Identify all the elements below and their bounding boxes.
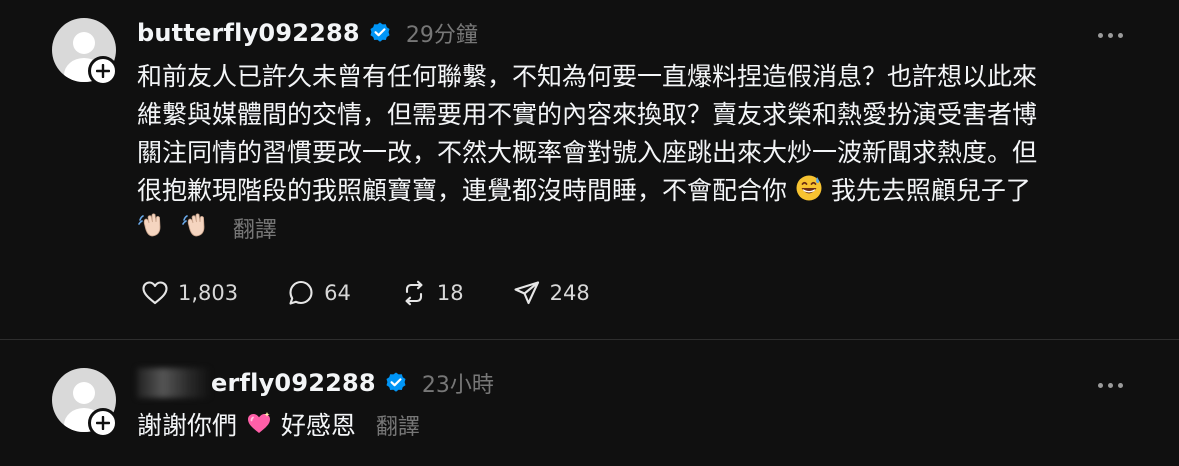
more-options-button[interactable] [1098,30,1123,40]
send-icon [514,281,539,305]
share-button[interactable]: 248 [512,278,590,308]
blurred-username-prefix [137,368,211,398]
reply-count: 64 [324,281,351,305]
comment-icon [289,280,313,305]
post-text-segment: 我先去照顧兒子了 [830,176,1031,205]
post-text-line: 關注同情的習慣要改一改，不然大概率會對號入座跳出來大炒一波新聞求熱度。但 [137,138,1038,167]
post-text-line: 和前友人已許久未曾有任何聯繫，不知為何要一直爆料捏造假消息？也許想以此來 [137,62,1038,91]
post-text-segment: 謝謝你們 [137,411,238,440]
like-button[interactable]: 1,803 [140,278,238,308]
username[interactable]: erfly092288 [211,369,376,397]
plus-icon [96,64,110,78]
reply-button[interactable]: 64 [286,278,351,308]
heart-icon [142,281,168,305]
post-divider [0,339,1179,340]
waving-hand-emoji-icon [138,213,161,237]
follow-button[interactable] [88,56,118,86]
post-header: butterfly092288 29分鐘 [137,18,478,48]
grinning-sweat-emoji-icon [796,175,822,201]
sparkling-heart-emoji-icon [247,412,270,433]
post-text-segment: 很抱歉現階段的我照顧寶寶，連覺都沒時間睡，不會配合你 [137,176,788,205]
more-options-button[interactable] [1098,380,1123,390]
post-actions: 1,803 64 18 248 [140,278,638,308]
post-text-line-4: 很抱歉現階段的我照顧寶寶，連覺都沒時間睡，不會配合你 我先去照顧兒子了 [137,172,1127,210]
plus-icon [96,416,110,430]
post-text-line-5: 翻譯 [137,210,1127,250]
post-header: erfly092288 23小時 [211,368,494,398]
like-count: 1,803 [178,281,239,305]
post-time: 23小時 [421,373,494,398]
post-text-line: 維繫與媒體間的交情，但需要用不實的內容來換取？賣友求榮和熱愛扮演受害者博 [137,100,1038,129]
verified-badge-icon [386,372,406,392]
repost-count: 18 [436,281,464,305]
verified-badge-icon [370,22,390,42]
post-text-line: 謝謝你們 好感恩 翻譯 [137,407,1127,447]
share-count: 248 [549,281,590,305]
waving-hand-emoji-icon [182,213,205,237]
post-time: 29分鐘 [405,23,478,48]
thread-post: erfly092288 23小時 謝謝你們 好感恩 翻譯 [0,341,1179,466]
follow-button[interactable] [88,408,118,438]
repost-icon [405,280,423,306]
more-dots-icon [1098,32,1103,38]
translate-link[interactable]: 翻譯 [233,218,277,243]
post-text: 和前友人已許久未曾有任何聯繫，不知為何要一直爆料捏造假消息？也許想以此來 維繫與… [137,58,1127,250]
more-dots-icon [1098,382,1103,388]
repost-button[interactable]: 18 [399,278,464,308]
post-text: 謝謝你們 好感恩 翻譯 [137,407,1127,447]
thread-post: butterfly092288 29分鐘 和前友人已許久未曾有任何聯繫，不知為何… [0,0,1179,340]
post-text-segment: 好感恩 [280,411,356,440]
username[interactable]: butterfly092288 [137,19,360,47]
translate-link[interactable]: 翻譯 [376,415,420,440]
